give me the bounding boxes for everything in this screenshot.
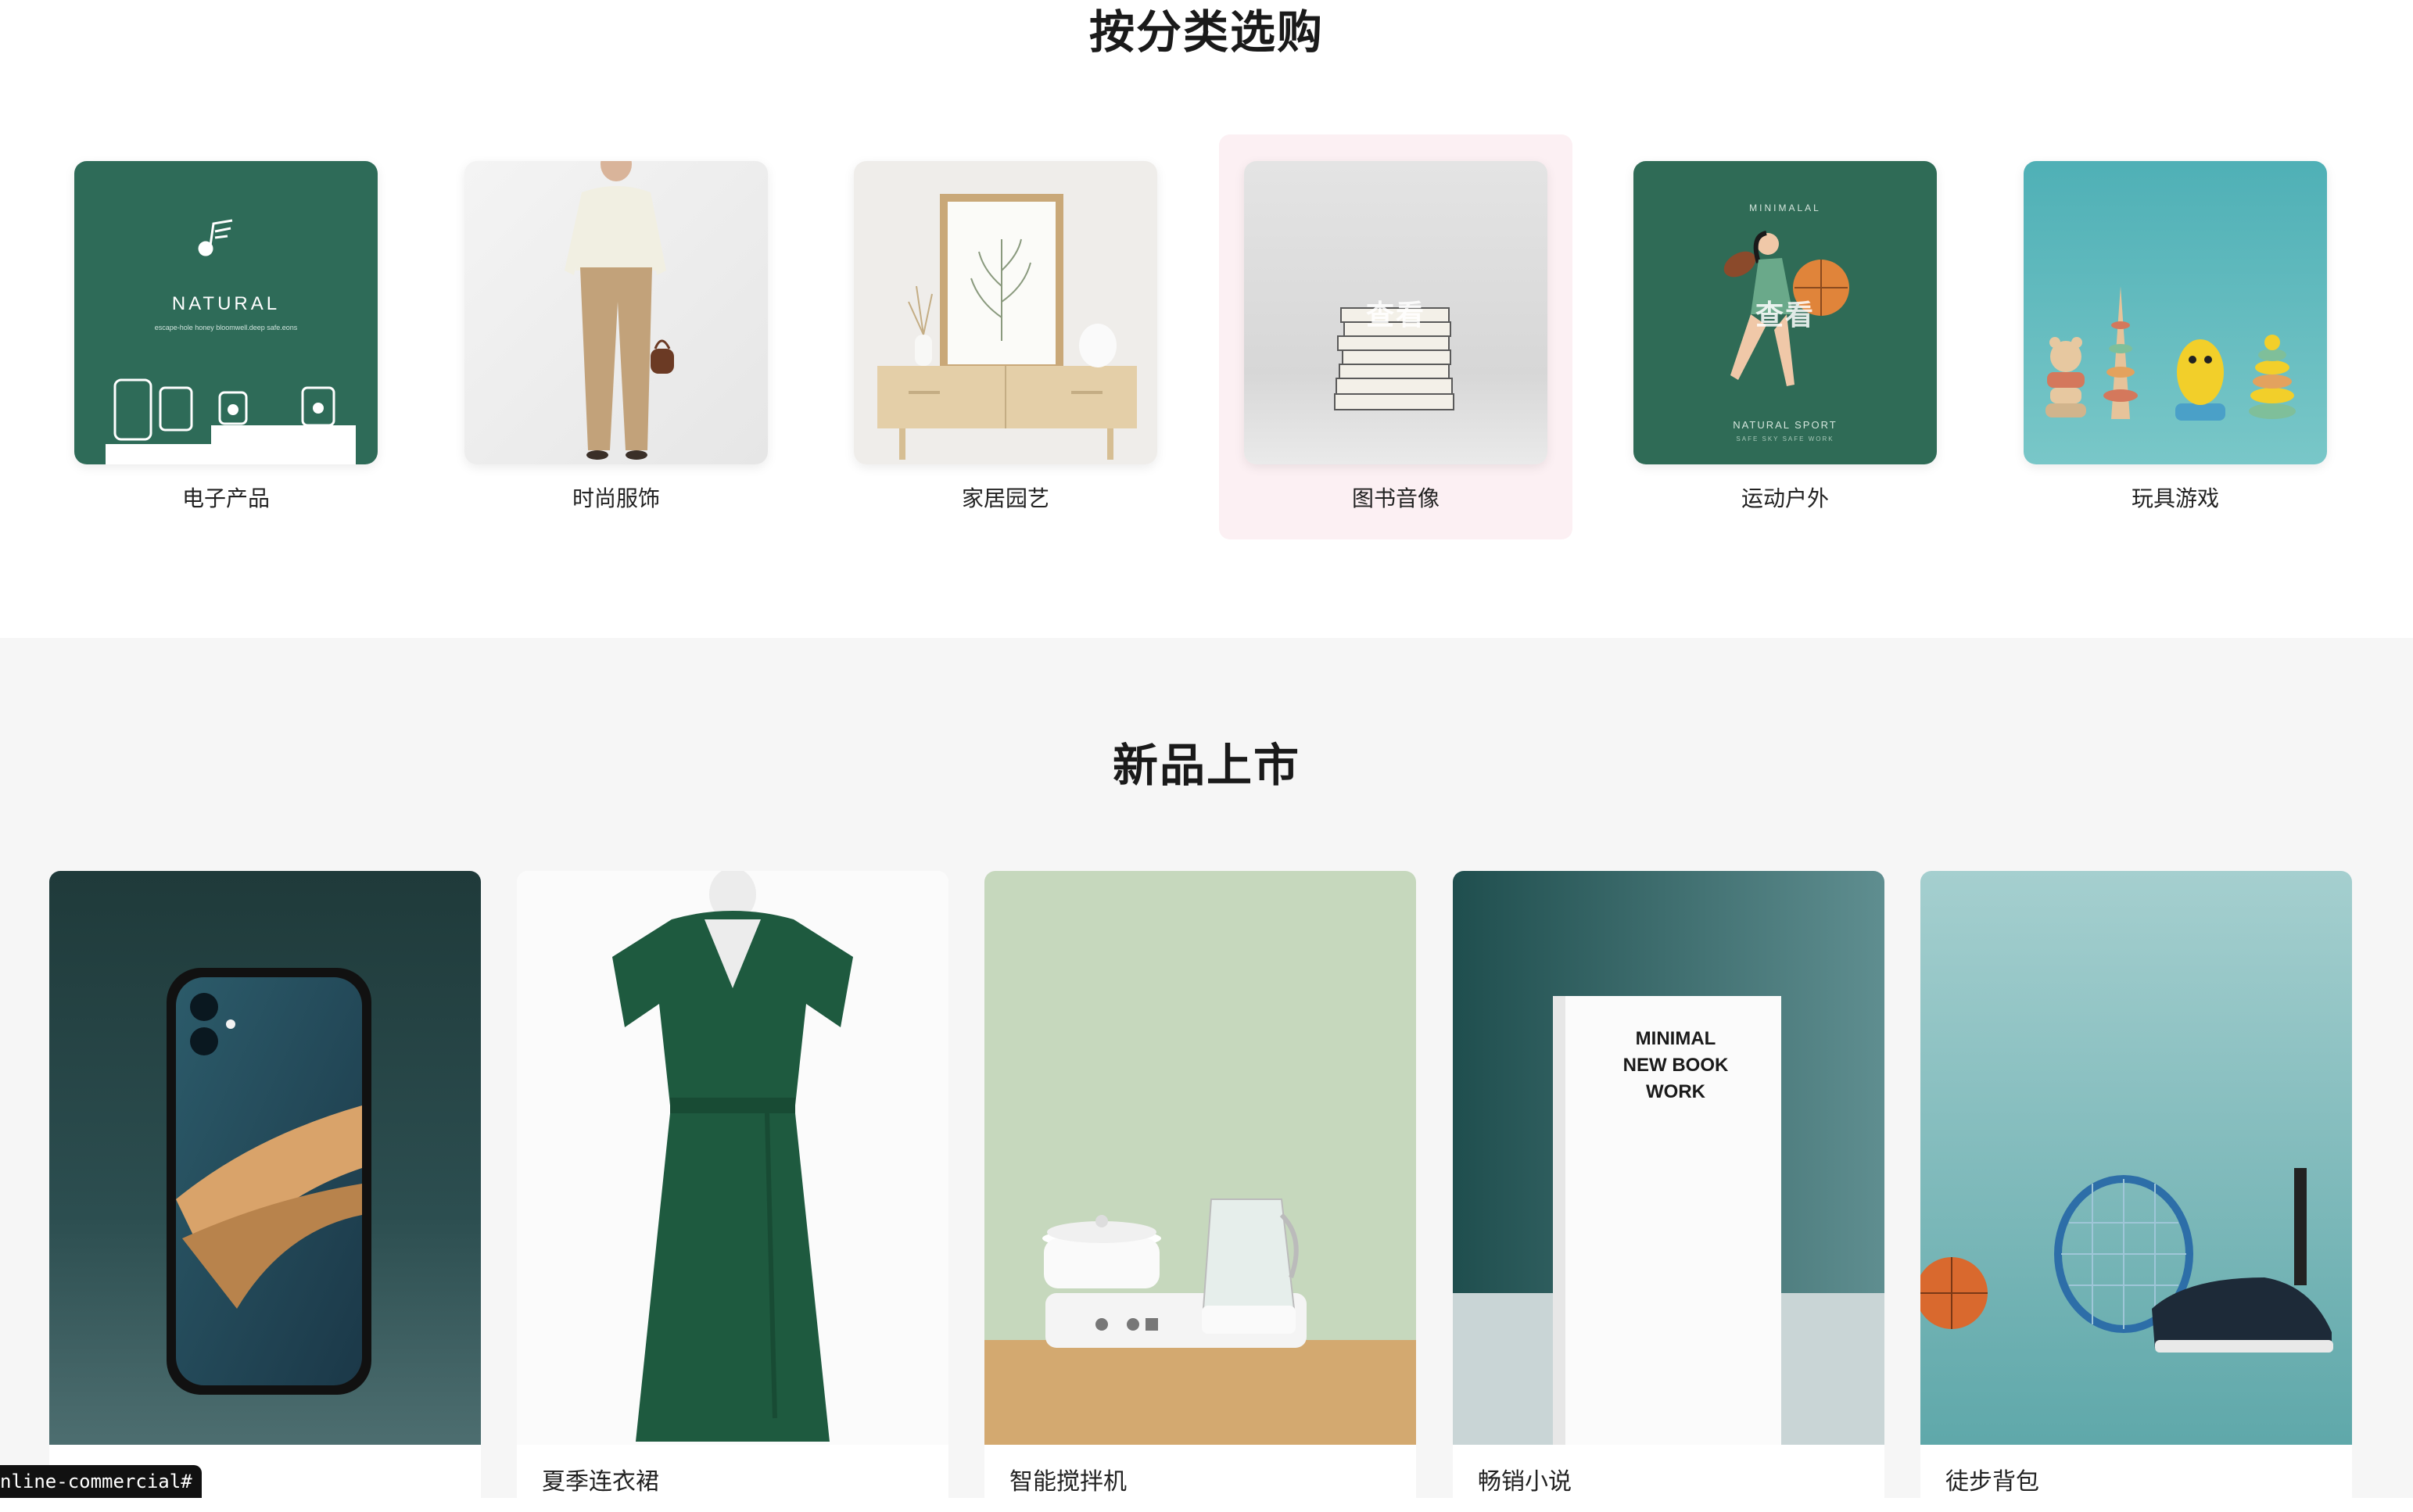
category-label-home-garden: 家居园艺 [961,485,1049,511]
category-label-electronics: 电子产品 [181,485,270,511]
category-section: 按分类选购 NATURAL escape-hole honey bloomwel… [0,0,2413,638]
svg-text:MINIMALAL: MINIMALAL [1749,202,1821,213]
product-card-novel[interactable]: MINIMAL NEW BOOK WORK 畅销小说 [1453,871,1884,1512]
product-name[interactable]: 徒步背包 [1945,1465,2039,1499]
product-card-dress[interactable]: 夏季连衣裙 [517,871,948,1512]
product-image-phone [49,871,481,1445]
category-card-books-media[interactable]: 查看 图书音像 [1219,134,1572,539]
category-label-toys-games: 玩具游戏 [2131,485,2219,511]
svg-text:escape-hole honey bloomwell.de: escape-hole honey bloomwell.deep safe.eo… [155,324,298,331]
view-overlay-sports[interactable]: 查看 [1633,292,1937,333]
category-image-sports-outdoor: MINIMALAL NATURAL SPORT SAFE SKY SAFE WO… [1633,161,1937,464]
category-label-fashion: 时尚服饰 [572,485,660,511]
category-card-fashion[interactable]: 时尚服饰 [439,134,793,539]
product-image-dress [517,871,948,1445]
category-image-electronics: NATURAL escape-hole honey bloomwell.deep… [74,161,378,464]
new-arrivals-title: 新品上市 [1112,739,1300,792]
debug-toast: nline-commercial# [0,1465,202,1498]
product-name[interactable]: 畅销小说 [1478,1465,1572,1499]
product-card-hiking-backpack[interactable]: 徒步背包 [1920,871,2352,1512]
category-image-books-media: 查看 [1244,161,1547,464]
category-image-toys-games [2024,161,2327,464]
product-image-hiking-backpack [1920,871,2352,1445]
product-name[interactable]: 智能搅拌机 [1009,1465,1127,1499]
svg-text:NATURAL SPORT: NATURAL SPORT [1733,419,1837,431]
svg-text:NATURAL: NATURAL [172,293,280,314]
svg-text:WORK: WORK [1646,1081,1706,1102]
new-arrivals-section: 新品上市 机 [0,638,2413,1512]
svg-text:SAFE SKY SAFE WORK: SAFE SKY SAFE WORK [1736,435,1834,442]
product-image-novel: MINIMAL NEW BOOK WORK [1453,871,1884,1445]
category-image-fashion [464,161,768,464]
product-name[interactable]: 夏季连衣裙 [542,1465,659,1499]
category-card-sports-outdoor[interactable]: MINIMALAL NATURAL SPORT SAFE SKY SAFE WO… [1608,134,1962,539]
product-card-blender[interactable]: 智能搅拌机 [984,871,1416,1512]
product-card-phone[interactable]: 机 [49,871,481,1512]
category-card-toys-games[interactable]: 玩具游戏 [1999,134,2352,539]
category-card-home-garden[interactable]: 家居园艺 [829,134,1182,539]
svg-text:MINIMAL: MINIMAL [1636,1028,1716,1049]
category-card-electronics[interactable]: NATURAL escape-hole honey bloomwell.deep… [49,134,403,539]
view-overlay-books[interactable]: 查看 [1244,292,1547,333]
svg-text:NEW BOOK: NEW BOOK [1623,1055,1729,1076]
category-label-books-media: 图书音像 [1351,485,1440,511]
product-image-blender [984,871,1416,1445]
category-image-home-garden [854,161,1157,464]
category-section-title: 按分类选购 [1088,5,1324,59]
category-label-sports-outdoor: 运动户外 [1741,485,1829,511]
